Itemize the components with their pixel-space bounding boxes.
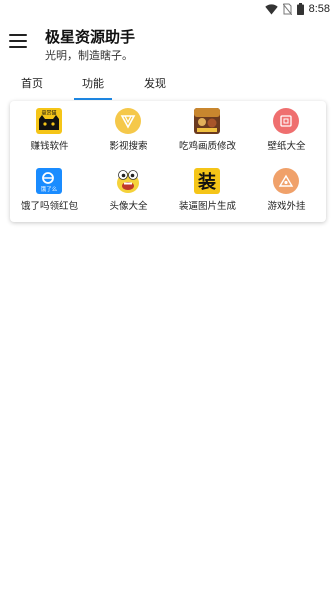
feature-label: 吃鸡画质修改 <box>178 141 236 152</box>
status-bar: 8:58 <box>0 0 336 20</box>
game-cheat-icon <box>273 168 299 194</box>
feature-label: 壁纸大全 <box>267 141 306 152</box>
tab-label: 发现 <box>144 77 166 90</box>
feature-label: 影视搜索 <box>109 141 148 152</box>
feature-game-cheats[interactable]: 游戏外挂 <box>247 161 326 215</box>
feature-grid-card: 悬赏猫 赚钱软件 影视搜索 吃鸡画质修改 壁纸大全 饿了么 饿了吗领红包 头像大… <box>10 101 326 222</box>
app-subtitle: 光明，制造瞎子。 <box>45 49 133 62</box>
battery-icon <box>296 3 304 15</box>
tab-bar: 首页 功能 发现 <box>0 70 336 100</box>
cat-money-app-icon-text: 悬赏猫 <box>41 110 56 117</box>
feature-wallpapers[interactable]: 壁纸大全 <box>247 101 326 155</box>
zhuang-text-icon: 装 <box>194 168 220 194</box>
feature-label: 赚钱软件 <box>30 141 69 152</box>
avatar-face-icon <box>117 170 139 193</box>
feature-eleme-redpacket[interactable]: 饿了么 饿了吗领红包 <box>10 161 89 215</box>
eleme-icon: 饿了么 <box>36 168 62 194</box>
app-title: 极星资源助手 <box>45 28 136 46</box>
hamburger-menu-icon[interactable] <box>9 34 27 48</box>
game-graphics-icon <box>194 108 220 134</box>
wifi-icon <box>264 3 278 14</box>
video-search-icon <box>115 108 141 134</box>
tab-label: 功能 <box>82 77 104 90</box>
no-sim-icon <box>282 3 292 15</box>
feature-pubg-graphics[interactable]: 吃鸡画质修改 <box>168 101 247 155</box>
status-icons: 8:58 <box>264 3 330 15</box>
eleme-icon-text: 饿了么 <box>41 185 58 193</box>
feature-label: 头像大全 <box>109 201 148 212</box>
feature-video-search[interactable]: 影视搜索 <box>89 101 168 155</box>
tab-label: 首页 <box>21 77 43 90</box>
app-header: 极星资源助手 光明，制造瞎子。 <box>0 20 336 66</box>
feature-meme-generator[interactable]: 装 装逼图片生成 <box>168 161 247 215</box>
cat-money-app-icon: 悬赏猫 <box>36 108 62 134</box>
feature-label: 饿了吗领红包 <box>20 201 78 212</box>
wallpaper-icon <box>273 108 299 134</box>
feature-avatars[interactable]: 头像大全 <box>89 161 168 215</box>
zhuang-icon-text: 装 <box>198 171 216 193</box>
tab-features[interactable]: 功能 <box>74 70 112 100</box>
tab-home[interactable]: 首页 <box>19 70 45 100</box>
tab-discover[interactable]: 发现 <box>142 70 168 100</box>
tab-active-indicator <box>74 98 112 100</box>
feature-label: 装逼图片生成 <box>178 201 236 212</box>
status-time: 8:58 <box>308 3 330 15</box>
feature-money-apps[interactable]: 悬赏猫 赚钱软件 <box>10 101 89 155</box>
feature-label: 游戏外挂 <box>267 201 306 212</box>
